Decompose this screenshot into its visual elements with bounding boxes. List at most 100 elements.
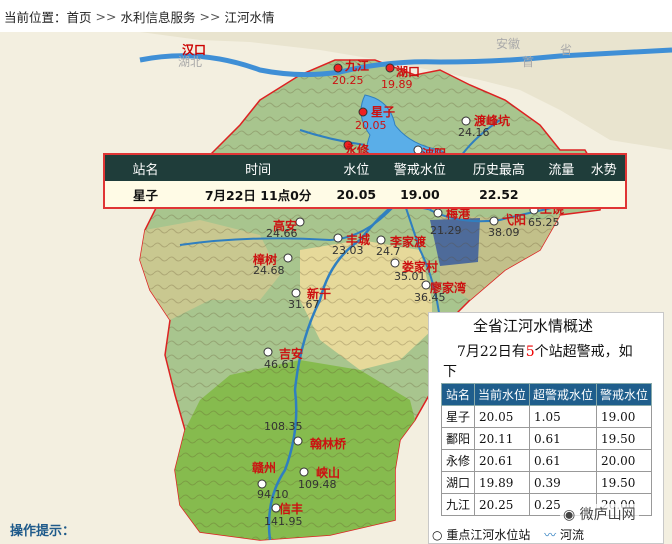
popup-header-warning: 警戒水位 <box>393 162 446 178</box>
river-icon: 〰 <box>544 528 557 542</box>
faint-label-shou: 首 <box>522 55 534 69</box>
table-cell: 20.25 <box>474 493 531 516</box>
map-legend: ○ 重点江河水位站 〰 河流 <box>432 526 584 543</box>
station-water-level: 24.68 <box>253 264 285 277</box>
station-water-level: 19.89 <box>381 78 413 91</box>
popup-history: 22.52 <box>479 186 519 202</box>
station-water-level: 31.67 <box>288 298 320 311</box>
station-dot-icon[interactable] <box>461 116 471 126</box>
station-water-level: 24.16 <box>458 126 490 139</box>
station-dot-icon[interactable] <box>293 436 303 446</box>
station-name[interactable]: 九江 <box>344 58 369 73</box>
station-dot-icon[interactable] <box>291 288 301 298</box>
station-water-level: 23.03 <box>332 244 364 257</box>
station-water-level: 65.25 <box>528 216 560 229</box>
station-water-level: 38.09 <box>488 226 520 239</box>
summary-line: 7月22日有5个站超警戒，如 <box>457 341 633 361</box>
station-dot-icon[interactable] <box>421 280 431 290</box>
table-cell: 1.05 <box>529 405 598 428</box>
station-marker[interactable]: 峡山109.48 <box>298 465 340 491</box>
summary-count: 5 <box>525 344 535 360</box>
popup-data-row: 星子 7月22日 11点0分 20.05 19.00 22.52 <box>105 181 625 207</box>
popup-level: 20.05 <box>336 186 377 202</box>
station-dot-icon[interactable] <box>489 216 499 226</box>
station-dot-icon[interactable] <box>376 235 386 245</box>
popup-time: 7月22日 11点0分 <box>204 187 312 203</box>
breadcrumb-current: 江河水情 <box>224 9 275 25</box>
faint-label-sheng: 省 <box>560 43 572 57</box>
summary-line-end: 下 <box>443 364 457 380</box>
table-cell: 19.50 <box>596 427 653 450</box>
popup-warning: 19.00 <box>400 186 440 202</box>
station-dot-icon[interactable] <box>263 347 273 357</box>
breadcrumb-home-link[interactable]: 首页 <box>67 7 92 26</box>
table-header: 当前水位 <box>474 383 531 406</box>
station-water-level: 24.7 <box>376 245 401 258</box>
table-header-row: 站名 当前水位 超警戒水位 警戒水位 <box>440 383 653 406</box>
table-row: 湖口 19.89 0.39 19.50 <box>440 471 653 494</box>
table-cell: 19.50 <box>596 471 653 494</box>
breadcrumb-separator: >> <box>199 8 221 24</box>
table-row: 鄱阳 20.11 0.61 19.50 <box>440 427 653 450</box>
station-name[interactable]: 星子 <box>371 105 395 119</box>
table-header: 超警戒水位 <box>529 383 598 406</box>
alarm-station-table: 站名 当前水位 超警戒水位 警戒水位 星子 20.05 1.05 19.00 鄱… <box>440 383 653 516</box>
station-dot-icon[interactable] <box>433 208 443 218</box>
station-water-level: 21.29 <box>430 224 462 237</box>
station-dot-icon[interactable] <box>358 107 368 117</box>
table-cell: 19.00 <box>596 405 653 428</box>
breadcrumb-prefix: 当前位置： <box>4 9 67 25</box>
station-dot-icon[interactable] <box>333 63 343 73</box>
breadcrumb-separator: >> <box>95 8 117 24</box>
wechat-icon: ◉ <box>563 507 576 523</box>
operation-tips-label: 操作提示： <box>10 524 76 539</box>
station-water-level: 109.48 <box>298 478 337 491</box>
breadcrumb: 当前位置： 首页 >> 水利信息服务 >> 江河水情 <box>0 0 672 32</box>
popup-header-flow: 流量 <box>548 162 575 178</box>
table-row: 星子 20.05 1.05 19.00 <box>440 405 653 428</box>
station-dot-icon[interactable] <box>390 258 400 268</box>
station-marker-icon: ○ <box>432 528 443 542</box>
table-cell: 20.00 <box>596 449 653 472</box>
table-cell: 0.61 <box>529 427 598 450</box>
popup-header-station: 站名 <box>132 162 159 178</box>
table-cell: 鄱阳 <box>440 427 476 450</box>
station-name[interactable]: 信丰 <box>279 501 303 516</box>
breadcrumb-water-service-link[interactable]: 水利信息服务 <box>120 7 195 26</box>
station-name[interactable]: 湖口 <box>396 64 420 79</box>
station-water-level: 24.66 <box>266 227 298 240</box>
popup-header-row: 站名 时间 水位 警戒水位 历史最高 流量 水势 <box>105 155 625 181</box>
faint-label-anhui: 安徽 <box>496 36 520 51</box>
station-water-level: 46.61 <box>264 358 296 371</box>
table-cell: 20.11 <box>474 427 531 450</box>
station-dot-icon[interactable] <box>257 479 267 489</box>
popup-header-level: 水位 <box>343 162 370 178</box>
table-cell: 九江 <box>440 493 476 516</box>
station-water-level: 36.45 <box>414 291 446 304</box>
station-name[interactable]: 赣州 <box>252 460 276 475</box>
station-water-level: 94.10 <box>257 488 289 501</box>
watermark-text: 微庐山网 <box>579 507 636 523</box>
table-cell: 20.05 <box>474 405 531 428</box>
table-cell: 星子 <box>440 405 476 428</box>
station-water-level: 108.35 <box>264 420 303 433</box>
station-name[interactable]: 翰林桥 <box>310 436 347 451</box>
station-water-level: 20.25 <box>332 74 364 87</box>
popup-header-history: 历史最高 <box>472 162 525 178</box>
station-water-level: 141.95 <box>264 515 303 528</box>
popup-header-time: 时间 <box>245 162 272 178</box>
station-detail-popup: 站名 时间 水位 警戒水位 历史最高 流量 水势 星子 7月22日 11点0分 … <box>103 153 627 209</box>
station-dot-icon[interactable] <box>333 233 343 243</box>
popup-header-trend: 水势 <box>590 162 617 178</box>
table-cell: 0.39 <box>529 471 598 494</box>
faint-label-hubei: 湖北 <box>178 54 202 69</box>
table-cell: 19.89 <box>474 471 531 494</box>
table-cell: 湖口 <box>440 471 476 494</box>
station-name[interactable]: 弋阳 <box>502 212 526 227</box>
station-dot-icon[interactable] <box>299 467 309 477</box>
station-dot-icon[interactable] <box>295 217 305 227</box>
station-water-level: 35.01 <box>394 270 426 283</box>
popup-station: 星子 <box>132 187 158 203</box>
station-dot-icon[interactable] <box>283 253 293 263</box>
station-dot-icon[interactable] <box>385 63 395 73</box>
